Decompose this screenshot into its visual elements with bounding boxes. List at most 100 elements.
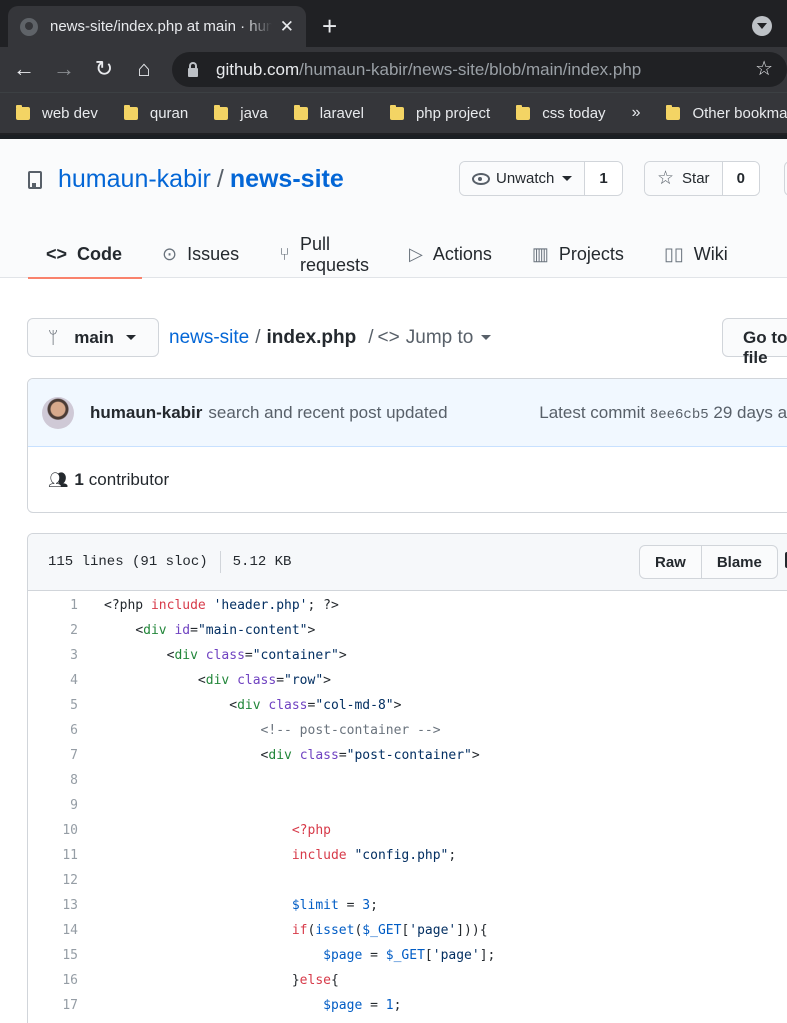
browser-tab[interactable]: news-site/index.php at main · humaun-kab… [8, 6, 306, 47]
code-line: 14 if(isset($_GET['page'])){ [28, 918, 787, 943]
code-line: 1 <?php include 'header.php'; ?> [28, 593, 787, 618]
code-line: 4 <div class="row"> [28, 668, 787, 693]
chevron-down-icon [125, 335, 136, 340]
branch-select-button[interactable]: ᛘ main [27, 318, 159, 357]
line-number[interactable]: 10 [28, 823, 78, 838]
line-content: $page = $_GET['page']; [323, 948, 496, 963]
url-text[interactable]: github.com/humaun-kabir/news-site/blob/m… [216, 60, 641, 80]
avatar[interactable] [42, 396, 74, 429]
line-number[interactable]: 4 [28, 673, 78, 688]
close-tab-icon[interactable]: ✕ [280, 17, 294, 37]
people-icon: 👥︎ [48, 472, 69, 489]
code-line: 8 [28, 768, 787, 793]
line-content: include "config.php"; [291, 848, 457, 863]
line-number[interactable]: 2 [28, 623, 78, 638]
unwatch-button[interactable]: Unwatch [460, 162, 586, 195]
bookmark-folder[interactable]: quran [123, 104, 188, 122]
code-line: 17 $page = 1; [28, 993, 787, 1018]
line-number[interactable]: 5 [28, 698, 78, 713]
breadcrumb-separator: / [368, 326, 374, 348]
home-icon[interactable]: ⌂ [131, 56, 157, 82]
repo-owner-link[interactable]: humaun-kabir [58, 165, 211, 194]
line-number[interactable]: 16 [28, 973, 78, 988]
line-content: <div class="col-md-8"> [229, 698, 402, 713]
bookmark-folder[interactable]: css today [516, 104, 606, 122]
line-number[interactable]: 9 [28, 798, 78, 813]
folder-icon [16, 104, 30, 120]
code-line: 9 [28, 793, 787, 818]
code-line: 11 include "config.php"; [28, 843, 787, 868]
line-number[interactable]: 6 [28, 723, 78, 738]
commit-message-link[interactable]: search and recent post updated [208, 403, 447, 423]
contributors-count: 1 [74, 470, 84, 489]
bookmark-star-icon[interactable]: ☆ [755, 56, 773, 81]
file-actions: Raw Blame [639, 545, 778, 579]
line-number[interactable]: 13 [28, 898, 78, 913]
issue-opened-icon: ⊙ [162, 244, 178, 264]
other-bookmarks[interactable]: Other bookmarks [666, 104, 787, 122]
bookmarks-bar: web dev quran java laravel php project c… [0, 92, 787, 133]
line-number[interactable]: 7 [28, 748, 78, 763]
stargazers-count[interactable]: 0 [722, 162, 759, 195]
tab-issues[interactable]: ⊙ Issues [162, 231, 259, 278]
breadcrumb-filename: index.php [266, 326, 357, 348]
bookmarks-overflow-button[interactable]: » [632, 104, 641, 122]
lock-icon[interactable] [188, 62, 198, 77]
star-icon: ☆ [657, 168, 675, 189]
line-number[interactable]: 17 [28, 998, 78, 1013]
star-button[interactable]: ☆ Star [645, 162, 723, 195]
line-number[interactable]: 8 [28, 773, 78, 788]
folder-icon [214, 104, 229, 120]
back-icon[interactable]: ← [11, 56, 37, 82]
bookmark-folder[interactable]: laravel [293, 104, 364, 122]
code-line: 13 $limit = 3; [28, 893, 787, 918]
repo-icon [28, 170, 42, 189]
line-number[interactable]: 1 [28, 598, 78, 613]
line-number[interactable]: 12 [28, 873, 78, 888]
watchers-count[interactable]: 1 [585, 162, 622, 195]
contributors-row[interactable]: 👥︎ 1 contributor [28, 447, 787, 512]
star-button-group: ☆ Star 0 [644, 161, 760, 196]
reload-icon[interactable]: ↻ [91, 56, 117, 82]
tab-pull-requests[interactable]: ⑂ Pull requests [279, 231, 389, 278]
raw-button[interactable]: Raw [640, 546, 702, 578]
tab-search-icon[interactable] [752, 16, 772, 36]
file-navigation: ᛘ main news-site / index.php / <> Jump t… [27, 318, 492, 357]
browser-chrome: news-site/index.php at main · humaun-kab… [0, 0, 787, 135]
folder-icon [293, 104, 308, 120]
address-bar[interactable]: github.com/humaun-kabir/news-site/blob/m… [172, 52, 787, 87]
forward-icon[interactable]: → [51, 56, 77, 82]
commit-author-link[interactable]: humaun-kabir [90, 403, 202, 423]
folder-icon [123, 104, 138, 120]
line-content: }else{ [291, 973, 339, 988]
go-to-file-button[interactable]: Go to file [722, 318, 787, 367]
latest-commit-info: Latest commit 8ee6cb5 29 days ago [539, 403, 787, 423]
line-content: <!-- post-container --> [260, 723, 441, 738]
blame-button[interactable]: Blame [702, 546, 777, 578]
tab-wiki[interactable]: ▯▯ Wiki [664, 231, 748, 278]
bookmark-folder[interactable]: php project [389, 104, 490, 122]
line-number[interactable]: 3 [28, 648, 78, 663]
repo-name-link[interactable]: news-site [230, 165, 344, 194]
jump-to-button[interactable]: / <> Jump to [368, 326, 492, 349]
bookmark-folder[interactable]: web dev [16, 104, 98, 122]
breadcrumb-repo-link[interactable]: news-site [169, 327, 249, 349]
line-number[interactable]: 15 [28, 948, 78, 963]
code-line: 12 [28, 868, 787, 893]
code-view: 1 <?php include 'header.php'; ?> 2 <div id… [28, 591, 787, 1023]
tab-projects[interactable]: ▥ Projects [532, 231, 644, 278]
bookmark-folder[interactable]: java [214, 104, 268, 122]
tab-code[interactable]: <> Code [28, 231, 143, 279]
line-content: <div class="post-container"> [260, 748, 480, 763]
new-tab-button[interactable]: + [322, 11, 337, 42]
code-line: 16 }else{ [28, 968, 787, 993]
breadcrumb-separator: / [255, 326, 261, 348]
line-number[interactable]: 14 [28, 923, 78, 938]
project-icon: ▥ [531, 244, 549, 264]
commit-sha-link[interactable]: 8ee6cb5 [650, 407, 709, 423]
file-header: 115 lines (91 sloc) 5.12 KB Raw Blame [28, 534, 787, 591]
line-number[interactable]: 11 [28, 848, 78, 863]
code-line: 6 <!-- post-container --> [28, 718, 787, 743]
code-icon: <> [377, 326, 400, 348]
tab-actions[interactable]: ▷ Actions [409, 231, 512, 278]
